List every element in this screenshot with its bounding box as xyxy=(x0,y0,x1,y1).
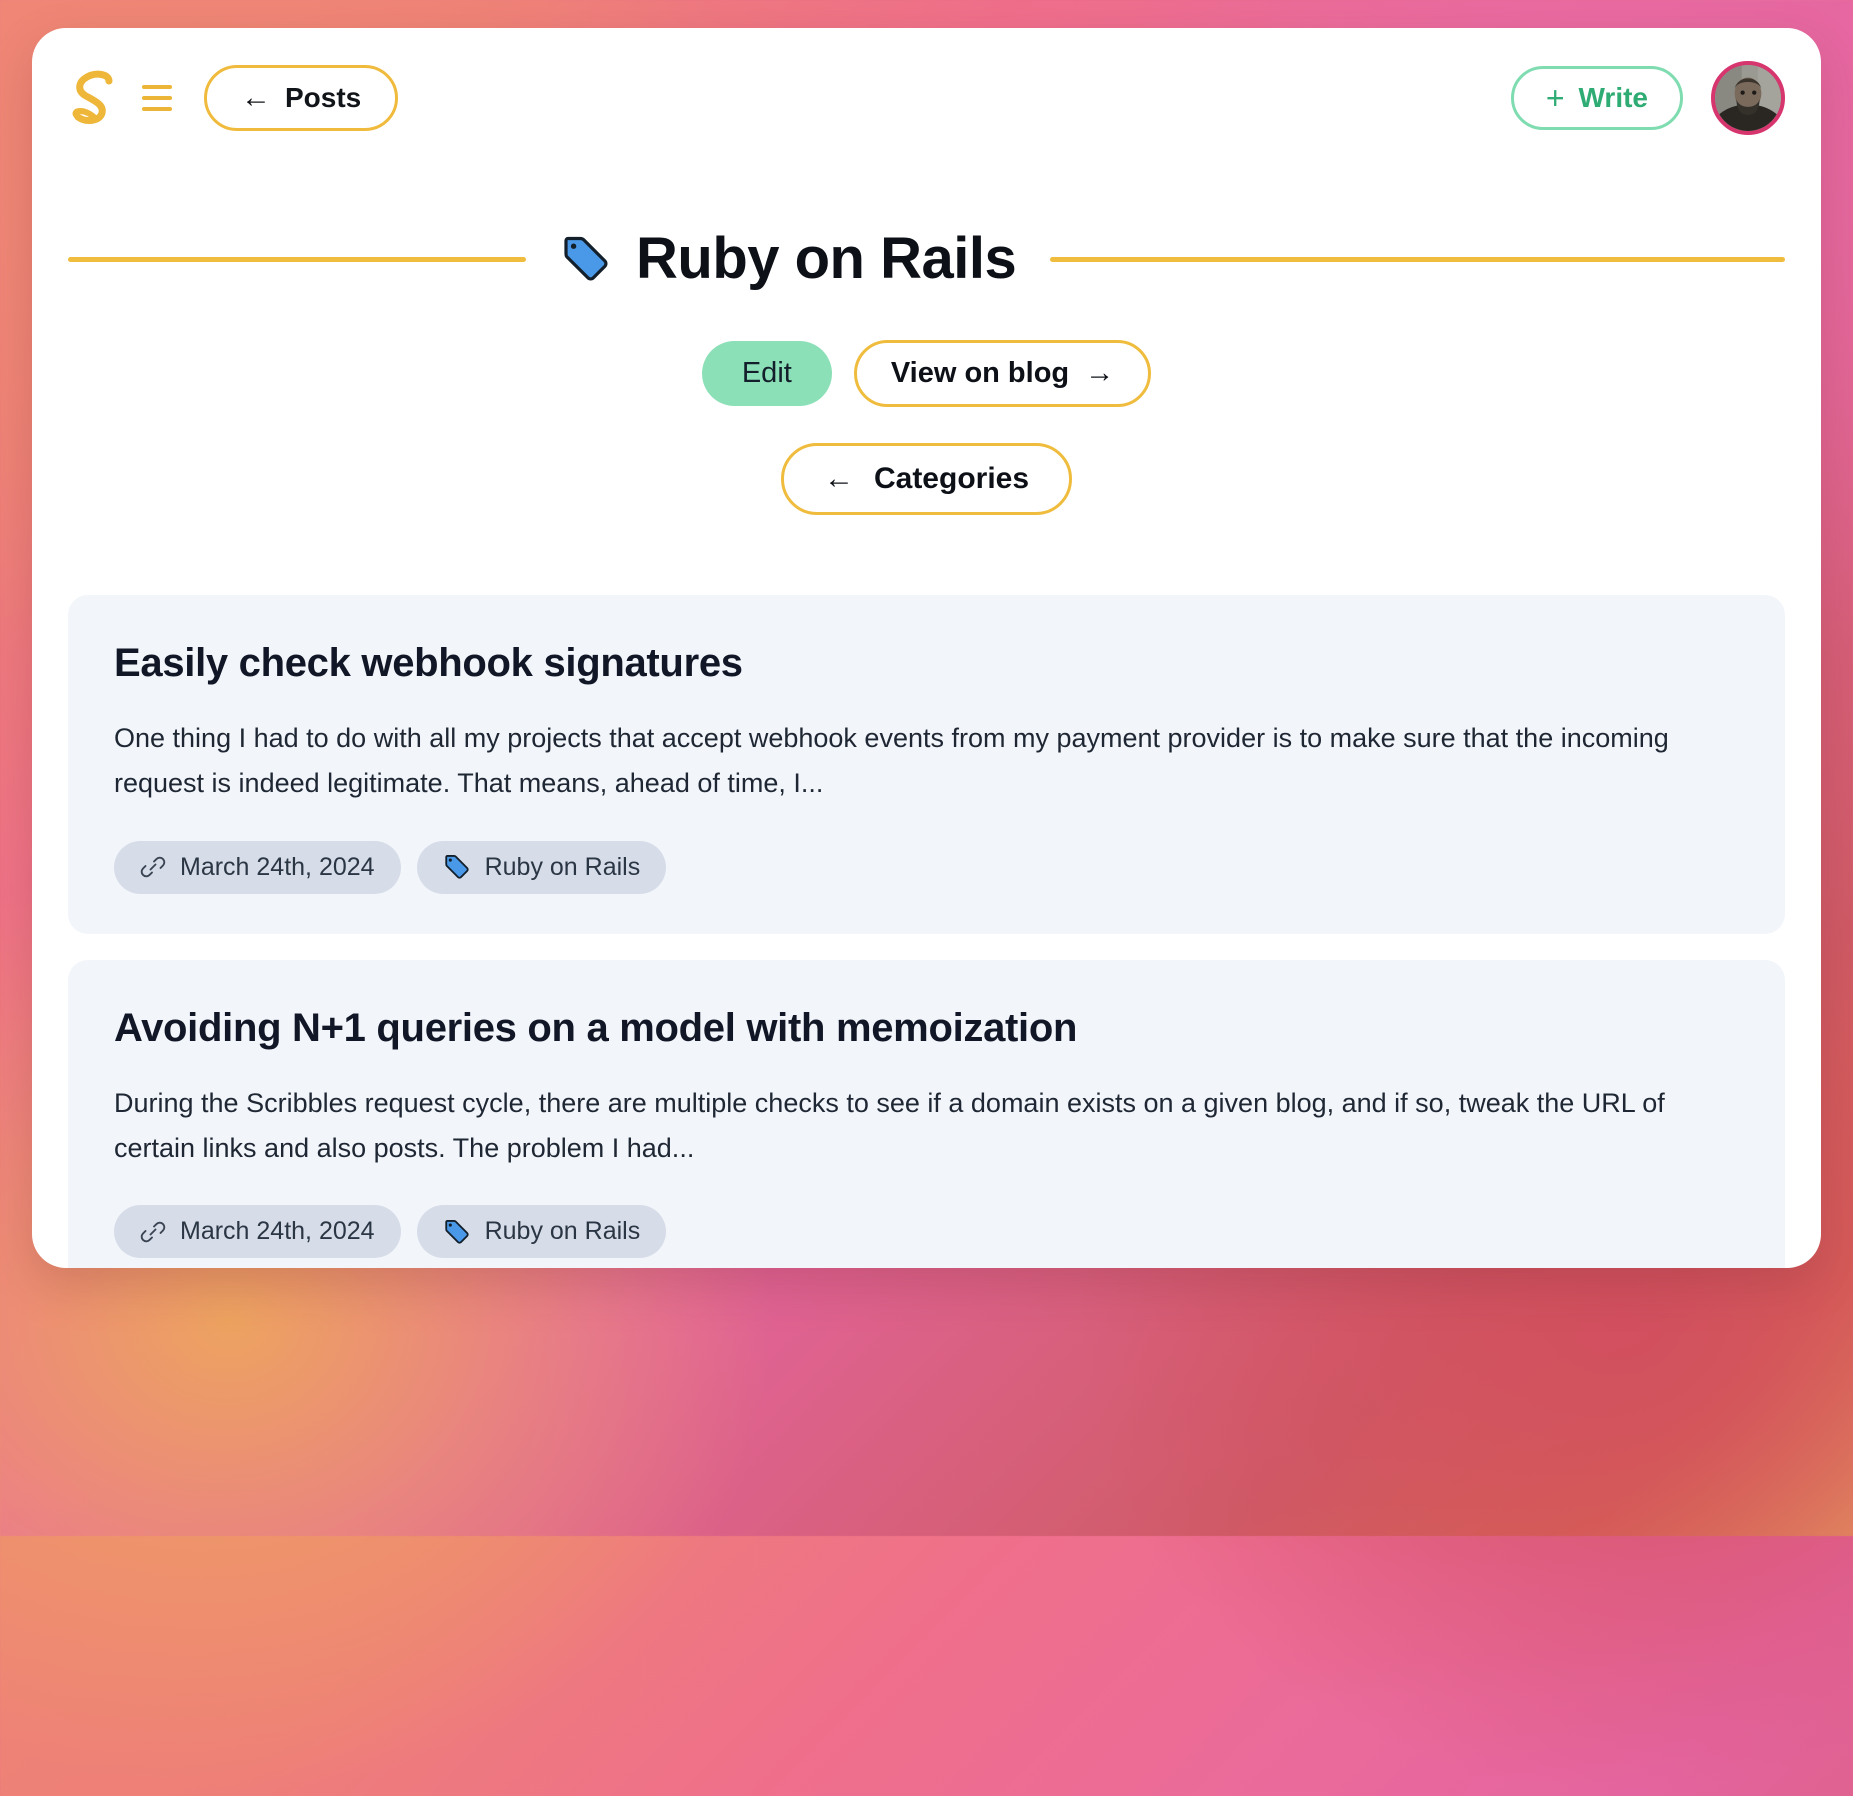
post-category-chip[interactable]: Ruby on Rails xyxy=(416,840,667,894)
post-category-label: Ruby on Rails xyxy=(484,1217,641,1246)
view-on-blog-label: View on blog xyxy=(890,357,1070,389)
title-rule-right xyxy=(1050,256,1785,262)
write-button-label: Write xyxy=(1578,82,1649,113)
tag-icon xyxy=(444,1219,469,1244)
post-meta-row: March 24th, 2024 Ruby on Rails xyxy=(114,1205,1739,1259)
hamburger-line xyxy=(142,85,172,89)
post-card[interactable]: Avoiding N+1 queries on a model with mem… xyxy=(68,959,1785,1268)
arrow-right-icon: → xyxy=(1085,357,1115,389)
arrow-left-icon: ← xyxy=(241,81,271,114)
categories-row: ← Categories xyxy=(32,443,1821,515)
top-bar: ← Posts + Write xyxy=(32,28,1821,168)
link-icon xyxy=(140,856,166,878)
tag-icon xyxy=(444,855,469,879)
back-to-categories-button[interactable]: ← Categories xyxy=(780,443,1073,515)
page-title: Ruby on Rails xyxy=(636,226,1017,291)
post-title: Avoiding N+1 queries on a model with mem… xyxy=(114,1005,1078,1050)
hamburger-line xyxy=(142,96,172,100)
post-list: Easily check webhook signatures One thin… xyxy=(32,595,1821,1268)
link-icon xyxy=(140,1221,166,1243)
app-window: ← Posts + Write Ruby on Rails Edit View … xyxy=(32,28,1821,1268)
edit-button[interactable]: Edit xyxy=(701,341,832,406)
post-title: Easily check webhook signatures xyxy=(114,641,743,685)
page-title-row: Ruby on Rails xyxy=(32,168,1821,288)
post-date-label: March 24th, 2024 xyxy=(180,852,375,881)
top-bar-right: + Write xyxy=(1510,61,1785,135)
post-meta-row: March 24th, 2024 Ruby on Rails xyxy=(114,840,1739,894)
post-category-chip[interactable]: Ruby on Rails xyxy=(416,1205,667,1259)
title-block: Ruby on Rails xyxy=(560,226,1017,291)
tag-icon xyxy=(564,236,608,281)
hamburger-menu-icon[interactable] xyxy=(142,85,172,111)
scribbles-logo[interactable] xyxy=(68,69,120,127)
page-actions: Edit View on blog → xyxy=(32,340,1821,407)
post-excerpt: One thing I had to do with all my projec… xyxy=(114,723,1669,799)
post-date-chip[interactable]: March 24th, 2024 xyxy=(114,840,401,894)
arrow-left-icon: ← xyxy=(823,462,854,495)
post-excerpt: During the Scribbles request cycle, ther… xyxy=(114,1087,1665,1164)
write-button[interactable]: + Write xyxy=(1510,66,1683,130)
plus-icon: + xyxy=(1545,80,1565,116)
post-category-label: Ruby on Rails xyxy=(484,852,641,881)
view-on-blog-button[interactable]: View on blog → xyxy=(853,340,1152,407)
back-to-posts-label: Posts xyxy=(285,82,362,113)
user-avatar[interactable] xyxy=(1711,61,1785,135)
title-rule-left xyxy=(68,256,526,262)
back-to-posts-button[interactable]: ← Posts xyxy=(204,65,399,131)
hamburger-line xyxy=(142,107,172,111)
categories-label: Categories xyxy=(873,462,1030,495)
top-bar-left: ← Posts xyxy=(68,65,399,131)
post-card[interactable]: Easily check webhook signatures One thin… xyxy=(68,595,1785,934)
post-date-label: March 24th, 2024 xyxy=(180,1217,375,1246)
post-date-chip[interactable]: March 24th, 2024 xyxy=(114,1205,401,1259)
